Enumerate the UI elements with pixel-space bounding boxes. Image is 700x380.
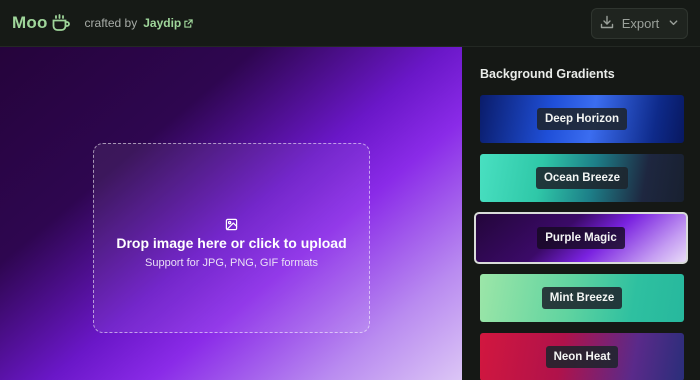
gradient-option-neon-heat[interactable]: Neon Heat [480, 333, 684, 380]
upload-title: Drop image here or click to upload [116, 234, 347, 251]
export-button[interactable]: Export [591, 8, 688, 39]
credit-line: crafted by Jaydip [85, 16, 194, 30]
chevron-down-icon [668, 16, 679, 31]
author-link[interactable]: Jaydip [143, 16, 193, 30]
app-logo[interactable]: Moo [12, 13, 71, 33]
gradient-label: Mint Breeze [541, 287, 623, 309]
gradient-option-ocean-breeze[interactable]: Ocean Breeze [480, 154, 684, 202]
gradient-label: Deep Horizon [536, 108, 628, 130]
export-label: Export [621, 16, 660, 31]
image-upload-dropzone[interactable]: Drop image here or click to upload Suppo… [93, 143, 370, 333]
sidebar-title: Background Gradients [480, 67, 615, 81]
logo-text: Moo [12, 13, 48, 32]
gradient-option-purple-magic[interactable]: Purple Magic [474, 212, 688, 264]
author-name: Jaydip [143, 16, 182, 30]
gradient-label: Neon Heat [545, 346, 619, 368]
top-bar: Moo crafted by Jaydip Export [0, 0, 700, 47]
image-icon [225, 218, 238, 231]
upload-subtitle: Support for JPG, PNG, GIF formats [145, 256, 318, 269]
external-link-icon [184, 18, 193, 28]
preview-canvas: Drop image here or click to upload Suppo… [0, 47, 462, 380]
coffee-cup-icon [51, 14, 71, 32]
gradient-option-deep-horizon[interactable]: Deep Horizon [480, 95, 684, 143]
crafted-by-label: crafted by [84, 16, 138, 30]
download-icon [600, 15, 614, 32]
gradient-sidebar: Background Gradients Deep Horizon Ocean … [462, 47, 700, 380]
gradient-label: Purple Magic [537, 227, 625, 249]
gradient-label: Ocean Breeze [535, 167, 629, 189]
gradient-option-mint-breeze[interactable]: Mint Breeze [480, 274, 684, 322]
